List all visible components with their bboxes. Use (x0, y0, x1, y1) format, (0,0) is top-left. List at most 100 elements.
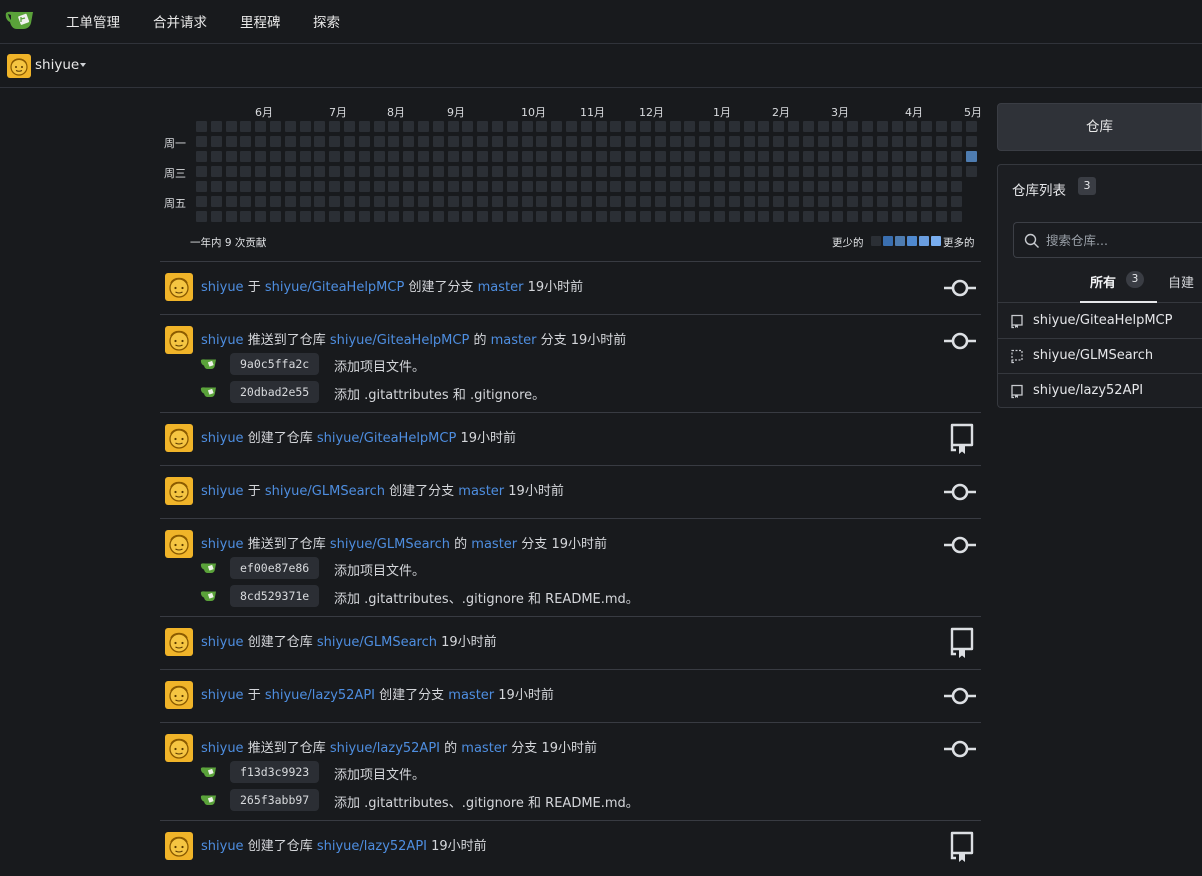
heatmap-cell (640, 136, 651, 147)
feed-user-link[interactable]: shiyue (201, 333, 244, 348)
avatar[interactable] (165, 326, 193, 354)
repo-count-badge: 3 (1078, 177, 1096, 195)
repo-tab-button[interactable]: 仓库 (997, 103, 1202, 151)
tab-owned[interactable]: 自建 (1168, 272, 1194, 291)
avatar[interactable] (165, 273, 193, 301)
repo-list-item[interactable]: shiyue/GLMSearch (998, 339, 1202, 374)
heatmap-cell (788, 196, 799, 207)
heatmap-cell (832, 181, 844, 192)
git-branch-icon (943, 739, 977, 763)
avatar[interactable] (165, 681, 193, 709)
commit-sha[interactable]: 265f3abb97 (230, 789, 320, 811)
heatmap-cell (610, 136, 622, 147)
heatmap-cell (906, 181, 918, 192)
feed-branch-link[interactable]: master (448, 688, 494, 703)
heatmap-cell (329, 136, 341, 147)
heatmap-cell (536, 196, 548, 207)
repo-search-input[interactable] (1046, 231, 1196, 249)
nav-explore[interactable]: 探索 (313, 11, 340, 31)
heatmap-cell (344, 151, 355, 162)
heatmap-cell (965, 151, 977, 162)
heatmap-cell (403, 181, 415, 192)
feed-summary: shiyue 推送到了仓库 shiyue/GiteaHelpMCP 的 mast… (201, 329, 626, 348)
heatmap-cell (284, 211, 296, 222)
feed-repo-link[interactable]: shiyue/lazy52API (317, 839, 427, 854)
feed-summary: shiyue 创建了仓库 shiyue/GLMSearch 19小时前 (201, 631, 497, 650)
repo-name: shiyue/lazy52API (1033, 383, 1144, 398)
repo-list-item[interactable]: shiyue/lazy52API (998, 374, 1202, 409)
nav-pull-requests[interactable]: 合并请求 (153, 11, 207, 31)
feed-branch-link[interactable]: master (491, 333, 537, 348)
feed-branch-link[interactable]: master (461, 741, 507, 756)
feed-repo-link[interactable]: shiyue/GiteaHelpMCP (265, 280, 404, 295)
heatmap-cell (595, 136, 607, 147)
commit-gitea-icon (200, 590, 217, 602)
nav-milestones[interactable]: 里程碑 (240, 11, 281, 31)
repo-list-item[interactable]: shiyue/GiteaHelpMCP (998, 304, 1202, 339)
heatmap-cell (477, 151, 489, 162)
feed-repo-link[interactable]: shiyue/lazy52API (330, 741, 440, 756)
commit-sha[interactable]: 8cd529371e (230, 585, 320, 607)
feed-user-link[interactable]: shiyue (201, 741, 244, 756)
heatmap-cell (521, 181, 533, 192)
avatar[interactable] (165, 530, 193, 558)
heatmap-cell (314, 166, 326, 177)
legend-more-label: 更多的 (943, 237, 975, 249)
heatmap-cell (669, 196, 681, 207)
heatmap-cell (625, 196, 637, 207)
heatmap-cell (418, 151, 429, 162)
feed-branch-link[interactable]: master (471, 537, 517, 552)
heatmap-cell (418, 166, 429, 177)
feed-repo-link[interactable]: shiyue/lazy52API (265, 688, 375, 703)
heatmap-cell (876, 211, 888, 222)
heatmap-cell (965, 136, 977, 147)
commit-sha[interactable]: 20dbad2e55 (230, 381, 320, 403)
commit-sha[interactable]: 9a0c5ffa2c (230, 353, 320, 375)
gitea-logo-icon[interactable] (5, 7, 37, 33)
feed-summary: shiyue 推送到了仓库 shiyue/GLMSearch 的 master … (201, 533, 607, 552)
feed-repo-link[interactable]: shiyue/GiteaHelpMCP (317, 431, 456, 446)
feed-repo-link[interactable]: shiyue/GLMSearch (265, 484, 385, 499)
heatmap-cell (950, 196, 962, 207)
heatmap-cell (344, 181, 355, 192)
feed-user-link[interactable]: shiyue (201, 431, 244, 446)
feed-repo-link[interactable]: shiyue/GLMSearch (330, 537, 450, 552)
tab-all[interactable]: 所有 3 (1080, 265, 1157, 303)
feed-time: 19小时前 (498, 688, 554, 703)
feed-user-link[interactable]: shiyue (201, 688, 244, 703)
feed-user-link[interactable]: shiyue (201, 484, 244, 499)
avatar[interactable] (165, 628, 193, 656)
heatmap-cell (536, 181, 548, 192)
avatar[interactable] (165, 832, 193, 860)
repo-icon (949, 627, 975, 663)
feed-user-link[interactable]: shiyue (201, 537, 244, 552)
heatmap-cell (314, 121, 326, 132)
feed-repo-link[interactable]: shiyue/GLMSearch (317, 635, 437, 650)
heatmap-cell (817, 121, 829, 132)
heatmap-cell (551, 211, 563, 222)
avatar[interactable] (165, 424, 193, 452)
commit-sha[interactable]: f13d3c9923 (230, 761, 320, 783)
feed-user-link[interactable]: shiyue (201, 839, 244, 854)
feed-branch-link[interactable]: master (458, 484, 504, 499)
heatmap-cell (921, 211, 933, 222)
heatmap-cell (832, 136, 844, 147)
heatmap-cell (432, 196, 444, 207)
heatmap-cell (566, 211, 577, 222)
feed-repo-link[interactable]: shiyue/GiteaHelpMCP (330, 333, 469, 348)
feed-user-link[interactable]: shiyue (201, 280, 244, 295)
feed-branch-link[interactable]: master (478, 280, 524, 295)
heatmap-cell (196, 196, 207, 207)
heatmap-cell (891, 211, 903, 222)
repo-search-box[interactable] (1013, 222, 1202, 258)
heatmap-cell (432, 181, 444, 192)
heatmap-cell (773, 166, 785, 177)
avatar[interactable] (165, 734, 193, 762)
commit-sha[interactable]: ef00e87e86 (230, 557, 320, 579)
nav-issues[interactable]: 工单管理 (66, 11, 120, 31)
feed-user-link[interactable]: shiyue (201, 635, 244, 650)
heatmap-cell (640, 196, 651, 207)
heatmap-month-label: 8月 (387, 106, 405, 119)
heatmap-cell (773, 211, 785, 222)
avatar[interactable] (165, 477, 193, 505)
